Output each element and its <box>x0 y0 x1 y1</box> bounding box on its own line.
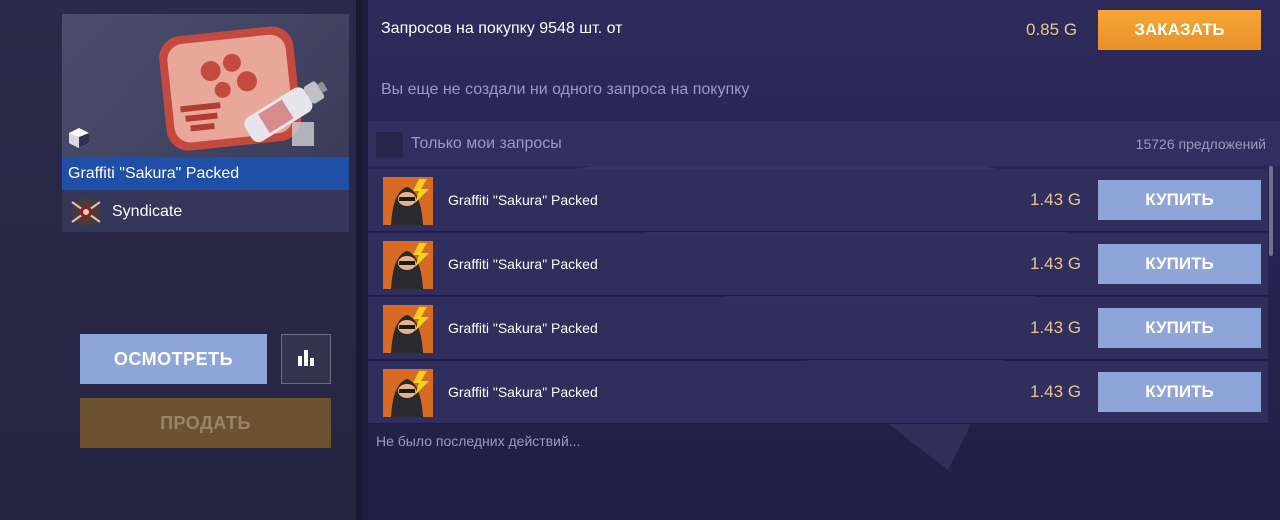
buy-button[interactable]: КУПИТЬ <box>1098 244 1261 284</box>
stats-button[interactable] <box>281 334 331 384</box>
place-order-button[interactable]: ЗАКАЗАТЬ <box>1098 10 1261 50</box>
item-details-panel: Graffiti "Sakura" Packed Syndicate ОСМОТ… <box>0 0 362 520</box>
no-orders-message: Вы еще не создали ни одного запроса на п… <box>381 81 750 98</box>
buy-button[interactable]: КУПИТЬ <box>1098 180 1261 220</box>
item-card: Graffiti "Sakura" Packed Syndicate <box>62 14 349 232</box>
listing-item-name: Graffiti "Sakura" Packed <box>448 256 598 272</box>
buy-button[interactable]: КУПИТЬ <box>1098 308 1261 348</box>
inspect-button[interactable]: ОСМОТРЕТЬ <box>80 334 267 384</box>
collection-row: Syndicate <box>62 192 349 232</box>
listing-item-name: Graffiti "Sakura" Packed <box>448 192 598 208</box>
listing-row: Graffiti "Sakura" Packed 1.43 G КУПИТЬ <box>368 233 1268 296</box>
syndicate-emblem-icon <box>68 196 104 228</box>
cube-icon <box>67 126 91 150</box>
bar-chart-icon <box>296 348 316 371</box>
listing-price: 1.43 G <box>1030 254 1082 273</box>
my-requests-label: Только мои запросы <box>411 135 562 152</box>
listing-item-name: Graffiti "Sakura" Packed <box>448 320 598 336</box>
listings-scrollbar[interactable] <box>1269 166 1273 256</box>
listing-row: Graffiti "Sakura" Packed 1.43 G КУПИТЬ <box>368 169 1268 232</box>
my-requests-checkbox[interactable] <box>376 132 403 158</box>
listing-row: Graffiti "Sakura" Packed 1.43 G КУПИТЬ <box>368 361 1268 424</box>
item-preview-image <box>62 14 349 157</box>
gold-g-icon: G <box>1063 254 1082 273</box>
gold-g-icon: G <box>1063 318 1082 337</box>
market-panel: Запросов на покупку 9548 шт. от 0.85 G З… <box>368 0 1280 520</box>
listing-row: Graffiti "Sakura" Packed 1.43 G КУПИТЬ <box>368 297 1268 360</box>
offers-count: 15726 предложений <box>1135 136 1266 152</box>
seller-avatar <box>383 177 433 225</box>
gold-g-icon: G <box>1063 20 1078 39</box>
buy-button[interactable]: КУПИТЬ <box>1098 372 1261 412</box>
listing-price: 1.43 G <box>1030 190 1082 209</box>
buy-orders-min-price: 0.85 G <box>1026 20 1078 39</box>
seller-avatar <box>383 305 433 353</box>
listing-price: 1.43 G <box>1030 382 1082 401</box>
buy-orders-title: Запросов на покупку 9548 шт. от <box>381 20 623 37</box>
seller-avatar <box>383 369 433 417</box>
recent-actions-text: Не было последних действий... <box>376 433 581 449</box>
sell-button[interactable]: ПРОДАТЬ <box>80 398 331 448</box>
gold-g-icon: G <box>1063 190 1082 209</box>
listings-header: Только мои запросы 15726 предложений <box>368 121 1280 166</box>
item-name: Graffiti "Sakura" Packed <box>62 157 349 190</box>
gold-g-icon: G <box>1063 382 1082 401</box>
listing-price: 1.43 G <box>1030 318 1082 337</box>
listing-item-name: Graffiti "Sakura" Packed <box>448 384 598 400</box>
seller-avatar <box>383 241 433 289</box>
collection-name: Syndicate <box>112 203 183 220</box>
